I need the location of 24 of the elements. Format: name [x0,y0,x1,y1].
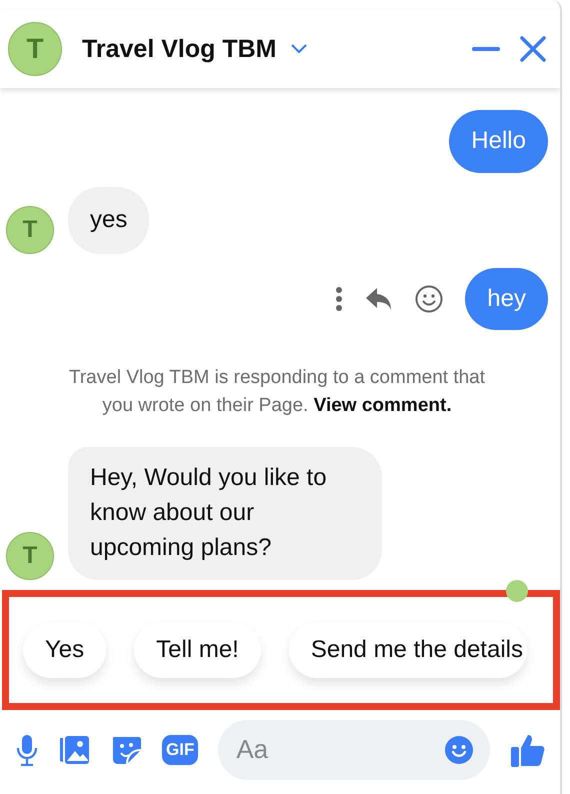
notice-text: Travel Vlog TBM is responding to a comment that you wrote on their Page. View comment. [68,366,486,418]
quick-reply-button[interactable]: Yes [23,622,106,678]
message-bubble: Hey, Would you like to know about our upcoming plans? [68,447,382,580]
gif-button[interactable]: GIF [162,734,198,765]
chat-title[interactable]: Travel Vlog TBM [82,34,276,64]
chevron-down-icon[interactable] [290,43,308,55]
quick-reply-button[interactable]: Tell me! [134,622,261,678]
image-icon[interactable] [58,734,90,766]
message-input[interactable]: Aa [218,720,490,780]
message-bubble: yes [68,186,150,254]
microphone-icon[interactable] [16,734,38,766]
quick-reply-button[interactable]: Send me the details [288,622,527,678]
close-icon[interactable] [520,36,546,62]
emoji-icon[interactable] [415,284,444,313]
view-comment-link[interactable]: View comment. [314,394,452,416]
avatar: T [6,206,54,254]
emoji-icon[interactable] [444,734,474,765]
avatar: T [8,22,62,76]
more-icon[interactable] [335,286,344,312]
minimize-icon[interactable] [472,46,500,52]
reply-icon[interactable] [365,286,394,311]
avatar: T [6,532,54,580]
message-bubble: Hello [449,110,548,173]
message-bubble: hey [465,268,548,330]
